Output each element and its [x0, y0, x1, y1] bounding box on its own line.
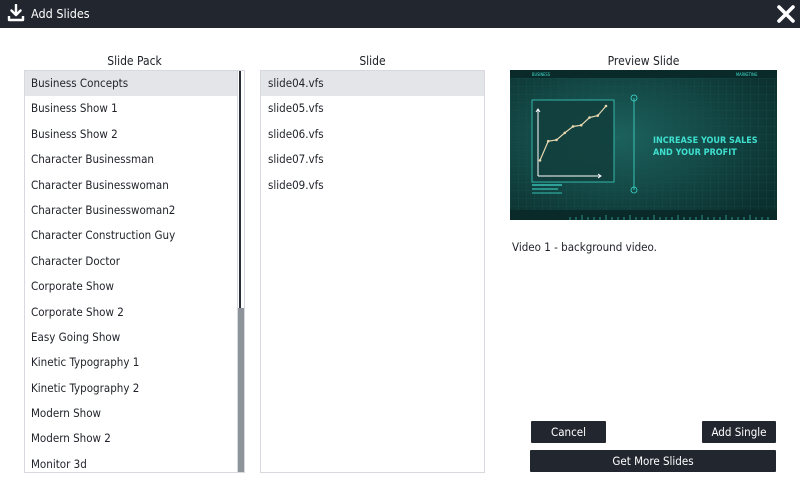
slide-pack-item[interactable]: Business Show 2 — [25, 122, 237, 147]
preview-chart-dot — [596, 114, 600, 117]
slide-pack-item[interactable]: Character Businesswoman2 — [25, 198, 237, 223]
slide-pack-item[interactable]: Kinetic Typography 2 — [25, 376, 237, 401]
slide-header: Slide — [359, 54, 386, 68]
scrollbar-track-line — [239, 71, 241, 308]
add-single-button[interactable]: Add Single — [702, 421, 776, 443]
slide-pack-header: Slide Pack — [107, 54, 162, 68]
slide-pack-item[interactable]: Kinetic Typography 1 — [25, 350, 237, 375]
download-icon — [7, 4, 25, 22]
preview-chart-dot — [555, 138, 558, 142]
slide-item[interactable]: slide06.vfs — [261, 122, 484, 147]
preview-chart-dot — [588, 116, 591, 119]
slide-pack-item[interactable]: Easy Going Show — [25, 325, 237, 350]
slide-pack-item[interactable]: Modern Show — [25, 401, 237, 426]
preview-chart-dot — [579, 123, 583, 127]
slide-item[interactable]: slide07.vfs — [261, 147, 484, 172]
close-icon[interactable] — [776, 4, 796, 24]
slide-item[interactable]: slide09.vfs — [261, 173, 484, 198]
preview-slide-image: BUSINESS MARKETING INCREASE YOUR SALES A… — [510, 70, 777, 220]
slide-pack-item[interactable]: Modern Show 2 — [25, 426, 237, 451]
scrollbar[interactable] — [237, 71, 244, 472]
title-bar: Add Slides — [0, 0, 800, 28]
preview-chart-dot — [546, 139, 550, 143]
slide-item[interactable]: slide04.vfs — [261, 71, 484, 97]
preview-headline-line2: AND YOUR PROFIT — [653, 148, 737, 158]
slide-pack-item[interactable]: Business Concepts — [25, 71, 237, 97]
slide-pack-item[interactable]: Character Construction Guy — [25, 223, 237, 248]
preview-chart-dot — [538, 159, 542, 162]
slide-pack-item[interactable]: Monitor 3d — [25, 452, 237, 472]
slide-pack-list[interactable]: Business Concepts Business Show 1 Business… — [24, 70, 245, 473]
slide-pack-item[interactable]: Character Businessman — [25, 147, 237, 172]
preview-corner-right: MARKETING — [736, 72, 758, 77]
preview-corner-left: BUSINESS — [532, 72, 551, 77]
slide-pack-items: Business Concepts Business Show 1 Business… — [25, 71, 237, 472]
preview-chart-dot — [563, 131, 567, 135]
scrollbar-thumb[interactable] — [238, 308, 244, 472]
slide-pack-item[interactable]: Corporate Show — [25, 274, 237, 299]
slide-pack-item[interactable]: Business Show 1 — [25, 96, 237, 121]
preview-chart-dot — [604, 104, 608, 108]
preview-graphic: BUSINESS MARKETING INCREASE YOUR SALES A… — [510, 70, 777, 220]
preview-header: Preview Slide — [607, 54, 680, 68]
slide-pack-item[interactable]: Character Businesswoman — [25, 173, 237, 198]
get-more-slides-button[interactable]: Get More Slides — [530, 450, 776, 472]
cancel-button[interactable]: Cancel — [531, 421, 606, 443]
preview-chart-dot — [571, 125, 575, 128]
slide-pack-item[interactable]: Character Doctor — [25, 249, 237, 274]
slide-item[interactable]: slide05.vfs — [261, 96, 484, 121]
slide-pack-item[interactable]: Corporate Show 2 — [25, 300, 237, 325]
window-title: Add Slides — [31, 6, 90, 21]
slide-list[interactable]: slide04.vfs slide05.vfs slide06.vfs slide07… — [260, 70, 485, 473]
slide-description: Video 1 - background video. — [512, 240, 657, 254]
preview-headline-line1: INCREASE YOUR SALES — [653, 136, 758, 146]
